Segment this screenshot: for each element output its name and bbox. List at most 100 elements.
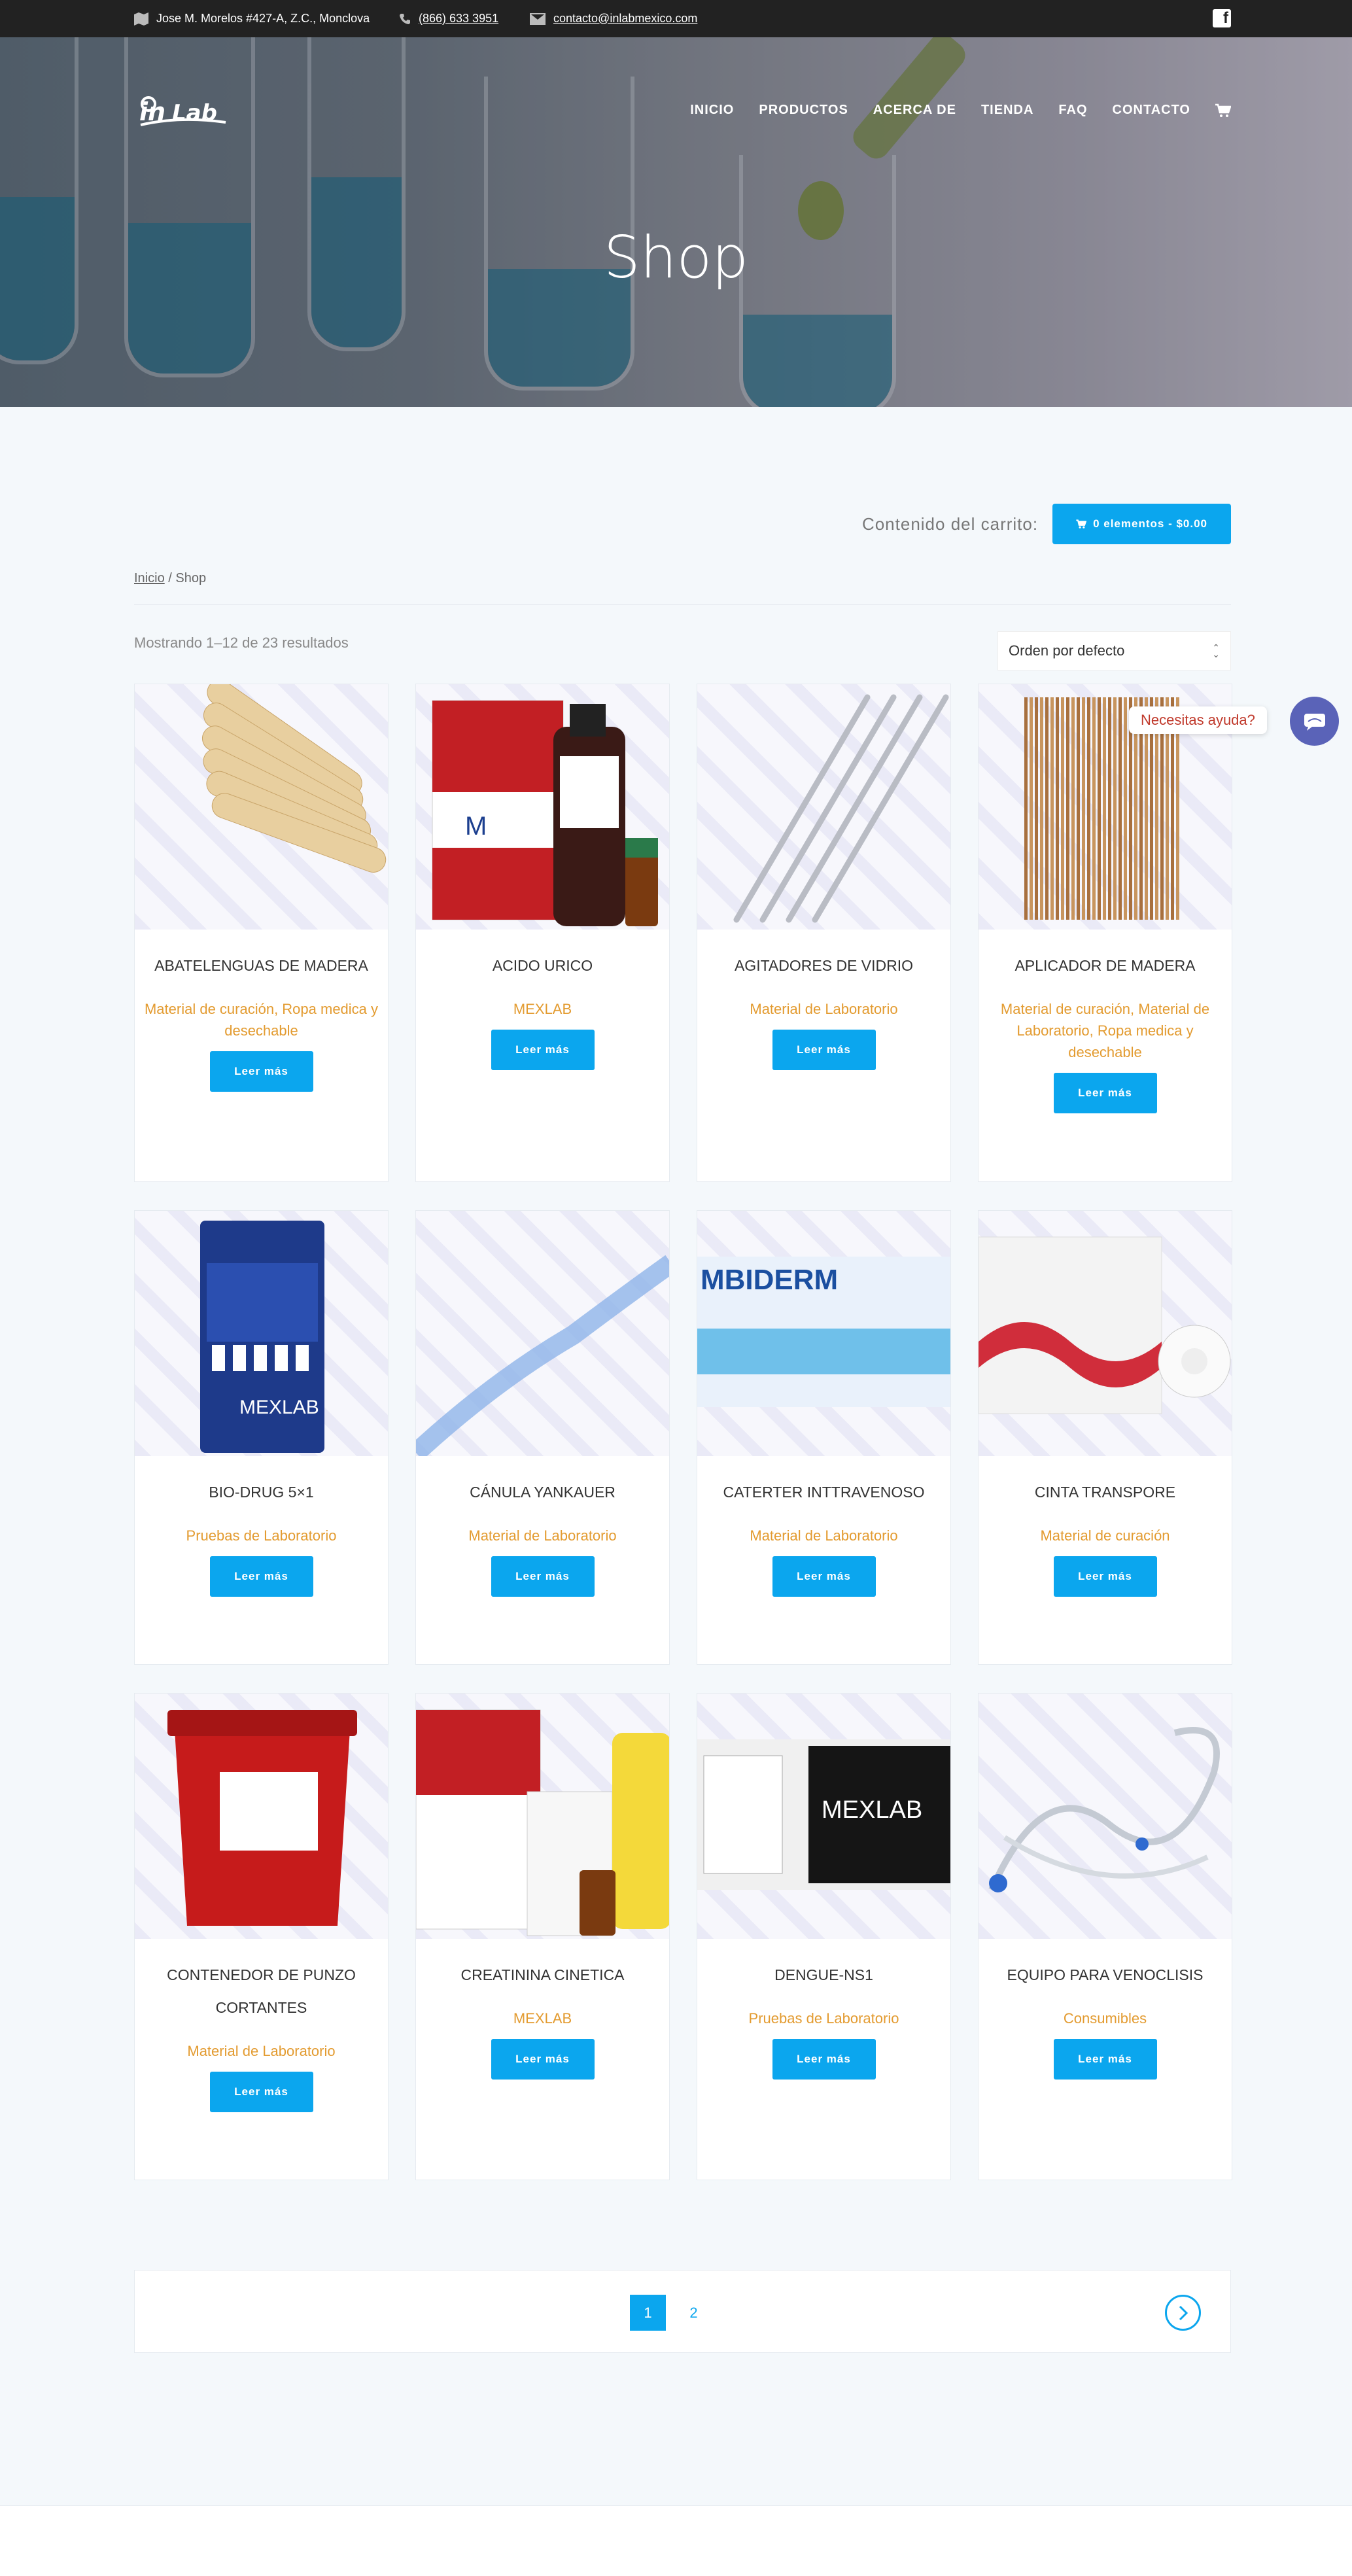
- product-name[interactable]: AGITADORES DE VIDRIO: [697, 949, 950, 982]
- order-select[interactable]: Orden por defecto ⌃ ⌄: [997, 631, 1231, 670]
- page-title: Shop: [603, 224, 749, 291]
- product-image[interactable]: [135, 684, 388, 930]
- read-more-button[interactable]: Leer más: [1053, 2039, 1157, 2080]
- read-more-button[interactable]: Leer más: [491, 1030, 595, 1070]
- product-card[interactable]: MBIDERM CATERTER INTTRAVENOSO Material d…: [697, 1210, 951, 1665]
- product-card[interactable]: EQUIPO PARA VENOCLISIS Consumibles Leer …: [978, 1693, 1232, 2180]
- product-name[interactable]: APLICADOR DE MADERA: [979, 949, 1232, 982]
- cart-summary: Contenido del carrito: 0 elementos - $0.…: [862, 504, 1231, 544]
- page-link[interactable]: 2: [676, 2295, 712, 2331]
- select-arrows-icon: ⌃ ⌄: [1212, 642, 1220, 659]
- product-card[interactable]: APLICADOR DE MADERA Material de curación…: [978, 684, 1232, 1182]
- product-category[interactable]: Consumibles: [979, 2008, 1232, 2029]
- breadcrumb-home[interactable]: Inicio: [134, 571, 165, 585]
- results-count: Mostrando 1–12 de 23 resultados: [134, 635, 349, 651]
- product-name[interactable]: CINTA TRANSPORE: [979, 1476, 1232, 1508]
- product-name[interactable]: BIO-DRUG 5×1: [135, 1476, 388, 1508]
- chat-button[interactable]: [1290, 697, 1339, 746]
- product-illustration: MBIDERM: [697, 1257, 950, 1407]
- product-name[interactable]: DENGUE-NS1: [697, 1958, 950, 1991]
- product-card[interactable]: ABATELENGUAS DE MADERA Material de curac…: [134, 684, 389, 1182]
- product-card[interactable]: CREATININA CINETICA MEXLAB Leer más: [415, 1693, 670, 2180]
- read-more-button[interactable]: Leer más: [1053, 1073, 1157, 1113]
- nav-tienda[interactable]: TIENDA: [981, 103, 1033, 118]
- breadcrumb-current: / Shop: [168, 571, 207, 585]
- product-illustration: [979, 1236, 1231, 1414]
- product-image[interactable]: [697, 684, 950, 930]
- product-name[interactable]: CONTENEDOR DE PUNZO CORTANTES: [135, 1958, 388, 2024]
- svg-text:MBIDERM: MBIDERM: [701, 1264, 838, 1296]
- product-name[interactable]: CATERTER INTTRAVENOSO: [697, 1476, 950, 1508]
- map-icon: [134, 12, 148, 26]
- cart-button-label: 0 elementos - $0.00: [1093, 517, 1207, 530]
- read-more-button[interactable]: Leer más: [772, 2039, 876, 2080]
- product-name[interactable]: CREATININA CINETICA: [416, 1958, 669, 1991]
- phone-link[interactable]: (866) 633 3951: [419, 12, 498, 26]
- product-illustration: [988, 1727, 1220, 1892]
- product-category[interactable]: Material de Laboratorio: [416, 1525, 669, 1546]
- product-category[interactable]: Material de curación, Material de Labora…: [979, 998, 1232, 1063]
- product-card[interactable]: M ACIDO URICO MEXLAB Leer más: [415, 684, 670, 1182]
- cart-button[interactable]: 0 elementos - $0.00: [1052, 504, 1231, 544]
- cart-icon[interactable]: [1215, 103, 1231, 118]
- product-name[interactable]: CÁNULA YANKAUER: [416, 1476, 669, 1508]
- product-card[interactable]: MEXLAB DENGUE-NS1 Pruebas de Laboratorio…: [697, 1693, 951, 2180]
- read-more-button[interactable]: Leer más: [772, 1556, 876, 1597]
- chevron-right-icon: [1179, 2305, 1188, 2320]
- product-card[interactable]: AGITADORES DE VIDRIO Material de Laborat…: [697, 684, 951, 1182]
- product-category[interactable]: Material de Laboratorio: [697, 1525, 950, 1546]
- nav-acerca-de[interactable]: ACERCA DE: [873, 103, 956, 118]
- nav-contacto[interactable]: CONTACTO: [1113, 103, 1190, 118]
- read-more-button[interactable]: Leer más: [491, 1556, 595, 1597]
- product-category[interactable]: MEXLAB: [416, 2008, 669, 2029]
- product-category[interactable]: Pruebas de Laboratorio: [697, 2008, 950, 2029]
- read-more-button[interactable]: Leer más: [1053, 1556, 1157, 1597]
- phone-info: (866) 633 3951: [399, 0, 498, 37]
- top-bar: Jose M. Morelos #427-A, Z.C., Monclova (…: [0, 0, 1352, 37]
- breadcrumb: Inicio / Shop: [134, 571, 206, 586]
- read-more-button[interactable]: Leer más: [209, 1556, 313, 1597]
- product-image[interactable]: MEXLAB: [135, 1211, 388, 1456]
- product-name[interactable]: ABATELENGUAS DE MADERA: [135, 949, 388, 982]
- product-image[interactable]: MEXLAB: [697, 1694, 950, 1939]
- product-category[interactable]: Material de curación, Ropa medica y dese…: [135, 998, 388, 1041]
- footer: [0, 2505, 1352, 2576]
- product-image[interactable]: [979, 1694, 1232, 1939]
- product-image[interactable]: [979, 1211, 1232, 1456]
- product-image[interactable]: M: [416, 684, 669, 930]
- product-name[interactable]: EQUIPO PARA VENOCLISIS: [979, 1958, 1232, 1991]
- nav-faq[interactable]: FAQ: [1058, 103, 1087, 118]
- product-category[interactable]: Material de Laboratorio: [697, 998, 950, 1020]
- read-more-button[interactable]: Leer más: [209, 1051, 313, 1092]
- product-card[interactable]: MEXLAB BIO-DRUG 5×1 Pruebas de Laborator…: [134, 1210, 389, 1665]
- order-select-value: Orden por defecto: [1009, 642, 1125, 659]
- inlab-logo[interactable]: in Lab: [134, 84, 232, 133]
- product-category[interactable]: Pruebas de Laboratorio: [135, 1525, 388, 1546]
- read-more-button[interactable]: Leer más: [209, 2072, 313, 2112]
- nav-productos[interactable]: PRODUCTOS: [759, 103, 848, 118]
- read-more-button[interactable]: Leer más: [772, 1030, 876, 1070]
- product-card[interactable]: CINTA TRANSPORE Material de curación Lee…: [978, 1210, 1232, 1665]
- product-illustration: MEXLAB: [697, 1739, 950, 1890]
- nav-inicio[interactable]: INICIO: [690, 103, 734, 118]
- address-text: Jose M. Morelos #427-A, Z.C., Monclova: [156, 12, 370, 25]
- cart-icon: [1076, 519, 1087, 529]
- product-image[interactable]: MBIDERM: [697, 1211, 950, 1456]
- product-category[interactable]: Material de curación: [979, 1525, 1232, 1546]
- help-label[interactable]: Necesitas ayuda?: [1129, 706, 1267, 734]
- email-link[interactable]: contacto@inlabmexico.com: [553, 12, 697, 26]
- product-category[interactable]: Material de Laboratorio: [135, 2040, 388, 2062]
- page-current[interactable]: 1: [630, 2295, 666, 2331]
- product-image[interactable]: [416, 1211, 669, 1456]
- product-card[interactable]: CONTENEDOR DE PUNZO CORTANTES Material d…: [134, 1693, 389, 2180]
- product-image[interactable]: [416, 1694, 669, 1939]
- read-more-button[interactable]: Leer más: [491, 2039, 595, 2080]
- product-card[interactable]: CÁNULA YANKAUER Material de Laboratorio …: [415, 1210, 670, 1665]
- product-name[interactable]: ACIDO URICO: [416, 949, 669, 982]
- next-page-button[interactable]: [1165, 2295, 1201, 2331]
- facebook-icon[interactable]: f: [1213, 9, 1231, 27]
- product-category[interactable]: MEXLAB: [416, 998, 669, 1020]
- product-image[interactable]: [135, 1694, 388, 1939]
- cart-label: Contenido del carrito:: [861, 513, 1039, 534]
- svg-text:M: M: [465, 812, 487, 841]
